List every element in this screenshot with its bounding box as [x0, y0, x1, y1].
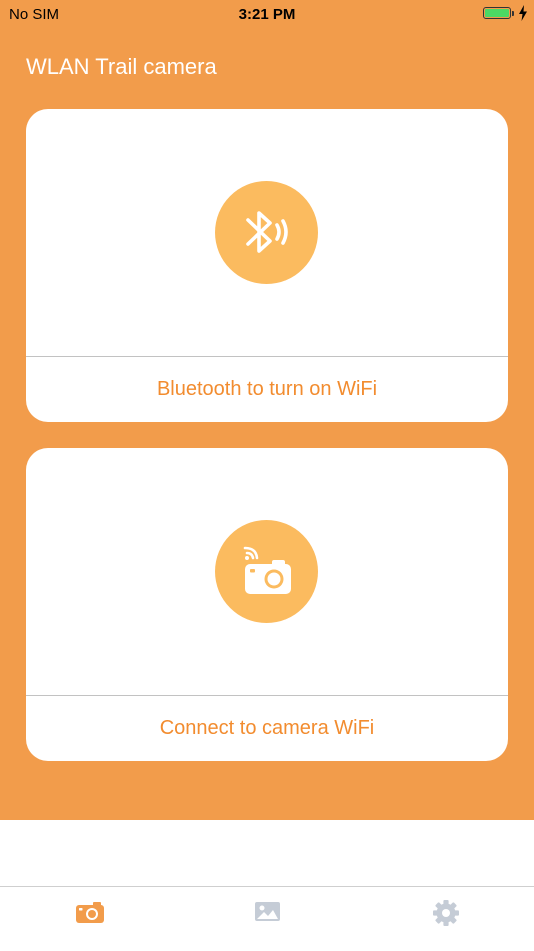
bluetooth-wifi-card[interactable]: Bluetooth to turn on WiFi — [26, 109, 508, 422]
tab-camera[interactable] — [44, 887, 134, 937]
battery-tip — [512, 11, 514, 16]
camera-wifi-card[interactable]: Connect to camera WiFi — [26, 448, 508, 761]
camera-icon — [76, 902, 104, 923]
battery-icon — [483, 7, 511, 19]
bluetooth-signal-icon — [246, 211, 288, 253]
bluetooth-wifi-button-label[interactable]: Bluetooth to turn on WiFi — [26, 357, 508, 422]
camera-icon-circle — [215, 520, 318, 623]
bluetooth-icon-circle — [215, 181, 318, 284]
tab-gallery[interactable] — [222, 887, 312, 937]
clock-time: 3:21 PM — [238, 6, 296, 23]
status-bar: No SIM 3:21 PM — [0, 0, 534, 28]
app-title: WLAN Trail camera — [26, 54, 217, 79]
main-area: WLAN Trail camera Bluetooth to turn on W… — [0, 28, 534, 820]
gear-icon — [433, 900, 459, 926]
tab-settings[interactable] — [400, 887, 490, 937]
gallery-icon — [255, 902, 280, 921]
camera-wifi-button-label[interactable]: Connect to camera WiFi — [26, 696, 508, 761]
battery-level-fill — [485, 9, 509, 17]
tab-bar — [0, 886, 534, 951]
wifi-camera-icon — [243, 546, 291, 594]
charging-bolt-icon — [519, 5, 527, 21]
